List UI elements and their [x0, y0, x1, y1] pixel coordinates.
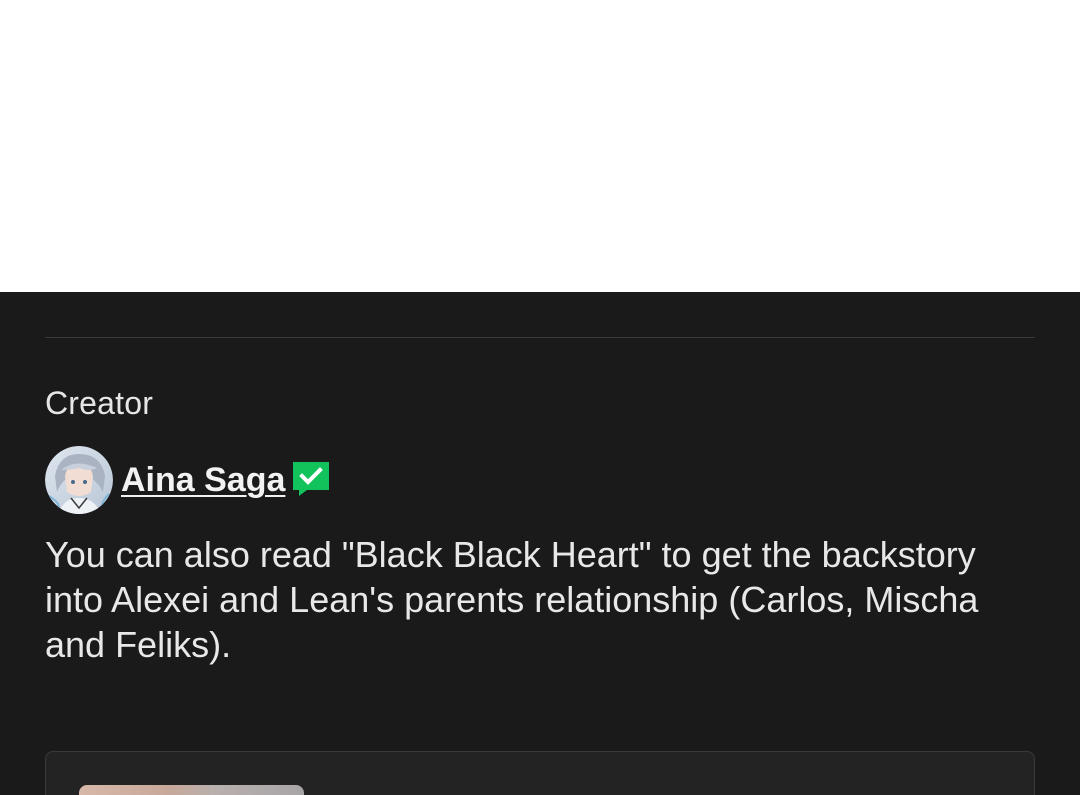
section-label-creator: Creator	[45, 385, 154, 421]
anime-avatar-image	[45, 446, 113, 514]
divider	[45, 337, 1035, 338]
creator-name-link[interactable]: Aina Saga	[121, 461, 285, 500]
verified-badge-icon	[293, 462, 330, 496]
related-story-card[interactable]	[45, 751, 1035, 795]
creator-row: Aina Saga	[45, 446, 330, 514]
creator-panel: Creator Aina Saga You can also read "Bla…	[0, 292, 1080, 795]
story-description: You can also read "Black Black Heart" to…	[45, 534, 979, 665]
story-thumbnail[interactable]	[79, 785, 304, 795]
top-blank-area	[0, 0, 1080, 292]
avatar[interactable]	[45, 446, 113, 514]
